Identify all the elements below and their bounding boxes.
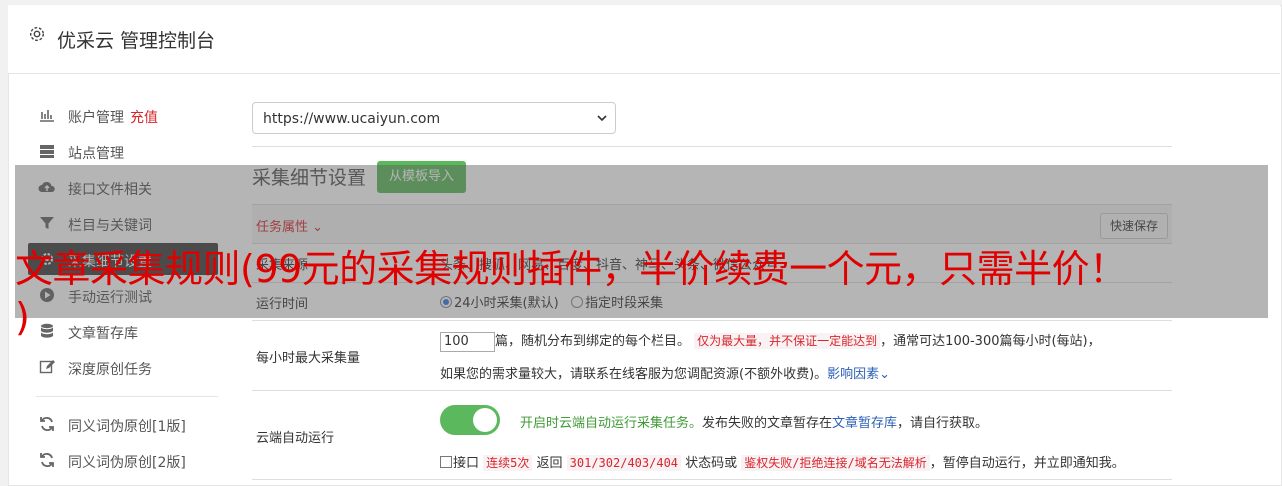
chevron-down-icon (597, 115, 607, 122)
sidebar-item-account[interactable]: 账户管理 充值 (28, 99, 218, 131)
article-store-link[interactable]: 文章暂存库 (832, 416, 897, 431)
site-select[interactable]: https://www.ucaiyun.com (252, 102, 616, 134)
sidebar-item-label: 深度原创任务 (68, 362, 152, 378)
chevron-down-icon: ⌄ (879, 367, 891, 382)
recharge-link[interactable]: 充值 (130, 110, 158, 126)
sidebar-item-deep-original[interactable]: 深度原创任务 (28, 351, 218, 383)
page-header: 优采云 管理控制台 (8, 5, 1280, 74)
edit-icon (39, 360, 55, 374)
refresh-icon (40, 417, 54, 431)
row-divider (252, 479, 1172, 480)
sidebar-item-label: 站点管理 (68, 146, 124, 162)
sidebar-item-label: 同义词伪原创[1版] (68, 419, 186, 435)
max-per-hour-line2: 如果您的需求量较大，请联系在线客服为您调配资源(不额外收费)。影响因素⌄ (440, 367, 891, 382)
cloud-run-notify: 接口 连续5次 返回 301/302/403/404 状态码或 鉴权失败/拒绝连… (440, 452, 1125, 471)
max-per-hour-label: 每小时最大采集量 (256, 351, 361, 366)
sidebar-item-label: 同义词伪原创[2版] (68, 455, 186, 471)
cloud-run-toggle[interactable] (440, 405, 500, 435)
gear-icon (29, 26, 45, 42)
banner-line1: 文章采集规则(99元的采集规则插件，半价续费一个元，只需半价！ (15, 247, 1127, 291)
page-title: 优采云 管理控制台 (57, 30, 216, 52)
overlay-banner: 文章采集规则(99元的采集规则插件，半价续费一个元，只需半价！ ) (15, 245, 1275, 341)
server-icon (40, 145, 54, 158)
notify-checkbox[interactable] (440, 456, 452, 468)
row-divider (252, 390, 1172, 391)
cloud-run-desc: 开启时云端自动运行采集任务。发布失败的文章暂存在文章暂存库，请自行获取。 (520, 416, 989, 431)
cloud-run-label: 云端自动运行 (256, 431, 335, 446)
sidebar-item-sites[interactable]: 站点管理 (28, 135, 218, 167)
refresh-icon (40, 453, 54, 467)
bar-chart-icon (40, 110, 54, 122)
banner-line2: ) (15, 295, 30, 339)
impact-factors-link[interactable]: 影响因素⌄ (827, 367, 890, 382)
sidebar-item-synonym-v1[interactable]: 同义词伪原创[1版] (28, 408, 218, 440)
site-select-value: https://www.ucaiyun.com (263, 111, 441, 127)
sidebar-item-label: 账户管理 (68, 110, 124, 126)
sidebar-divider (36, 396, 218, 397)
divider (252, 146, 1172, 147)
sidebar-item-synonym-v2[interactable]: 同义词伪原创[2版] (28, 444, 218, 476)
